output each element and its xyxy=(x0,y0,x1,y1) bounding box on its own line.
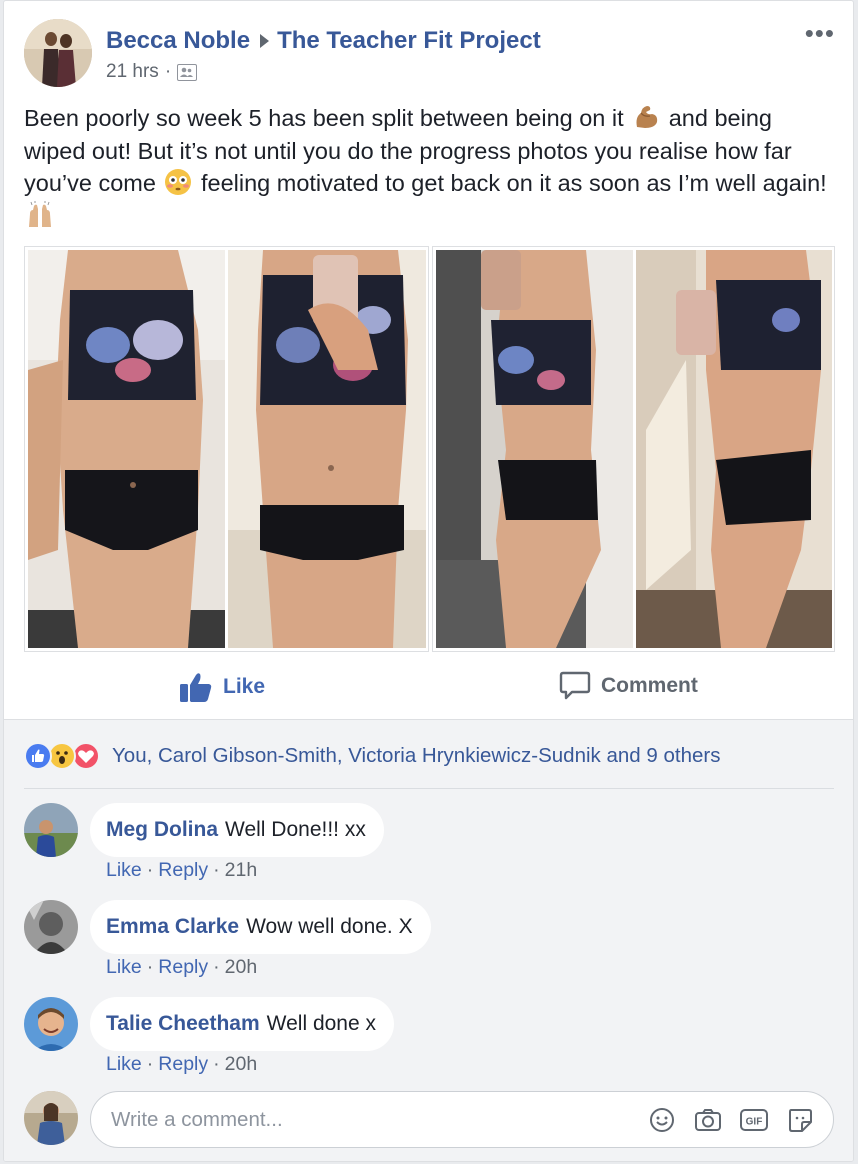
commenter-avatar[interactable] xyxy=(24,900,78,954)
comment-bubble: Emma Clarke Wow well done. X xyxy=(90,900,431,954)
current-user-avatar[interactable] xyxy=(24,1091,78,1145)
reaction-icons xyxy=(24,742,110,770)
post-meta: 21 hrs · xyxy=(106,61,198,83)
comment-input[interactable] xyxy=(111,1104,631,1136)
meta-separator: · xyxy=(164,61,172,82)
comment-time[interactable]: 20h xyxy=(225,1053,258,1075)
emoji-icon[interactable] xyxy=(647,1105,677,1135)
comment-actions: Like · Reply · 21h xyxy=(106,859,257,882)
photo-front-after[interactable] xyxy=(228,250,426,648)
post-header: Becca Noble The Teacher Fit Project 21 hr… xyxy=(4,1,853,97)
gif-icon[interactable]: GIF xyxy=(739,1105,769,1135)
separator: · xyxy=(146,1053,154,1075)
post-card: Becca Noble The Teacher Fit Project 21 hr… xyxy=(3,0,854,1162)
progress-photos[interactable] xyxy=(24,246,835,652)
comment-button[interactable]: Comment xyxy=(559,671,698,701)
thumbs-up-icon xyxy=(180,673,212,702)
flushed-face-emoji xyxy=(164,168,192,196)
sticker-icon[interactable] xyxy=(785,1105,815,1135)
side-photo-pair[interactable] xyxy=(432,246,835,652)
comment-author[interactable]: Talie Cheetham xyxy=(106,1012,260,1036)
like-button-label: Like xyxy=(223,675,266,698)
reactions-names[interactable]: You, Carol Gibson-Smith, Victoria Hrynki… xyxy=(112,744,720,768)
post-body: Been poorly so week 5 has been split bet… xyxy=(24,102,839,232)
comment-text: Well Done!!! xx xyxy=(225,818,366,841)
author-avatar[interactable] xyxy=(24,19,92,87)
front-photo-pair[interactable] xyxy=(24,246,429,652)
comment-reply-link[interactable]: Reply xyxy=(158,859,208,881)
comment-author[interactable]: Meg Dolina xyxy=(106,818,218,842)
comment-reply-link[interactable]: Reply xyxy=(158,956,208,978)
comment-author[interactable]: Emma Clarke xyxy=(106,915,239,939)
separator: · xyxy=(213,956,220,978)
commenter-avatar[interactable] xyxy=(24,803,78,857)
camera-icon[interactable] xyxy=(693,1105,723,1135)
comment-reply-link[interactable]: Reply xyxy=(158,1053,208,1075)
like-reaction-icon xyxy=(24,742,52,770)
photo-front-before[interactable] xyxy=(28,250,225,648)
separator: · xyxy=(146,859,154,881)
gif-label: GIF xyxy=(746,1117,763,1128)
post-text-part: Been poorly so week 5 has been split bet… xyxy=(24,105,631,131)
commenter-avatar[interactable] xyxy=(24,997,78,1051)
comment-bubble-icon xyxy=(559,671,591,700)
raised-hands-emoji xyxy=(26,200,54,229)
comment-time[interactable]: 21h xyxy=(225,859,258,881)
comment-text: Wow well done. X xyxy=(246,915,413,938)
reactions-summary[interactable]: You, Carol Gibson-Smith, Victoria Hrynki… xyxy=(24,742,720,770)
separator: · xyxy=(213,1053,220,1075)
comment-like-link[interactable]: Like xyxy=(106,859,142,881)
separator: · xyxy=(213,859,220,881)
comment-like-link[interactable]: Like xyxy=(106,1053,142,1075)
post-author-line: Becca Noble The Teacher Fit Project xyxy=(106,27,541,55)
comment-time[interactable]: 20h xyxy=(225,956,258,978)
photo-side-before[interactable] xyxy=(436,250,633,648)
comments-section: You, Carol Gibson-Smith, Victoria Hrynki… xyxy=(4,719,853,1161)
like-button[interactable]: Like xyxy=(179,671,265,703)
comment-text: Well done x xyxy=(266,1012,376,1035)
author-name[interactable]: Becca Noble xyxy=(106,27,250,54)
comment-button-label: Comment xyxy=(601,674,698,697)
divider xyxy=(24,788,834,789)
comment-actions: Like · Reply · 20h xyxy=(106,956,257,979)
separator: · xyxy=(146,956,154,978)
triangle-right-icon xyxy=(260,33,270,48)
members-audience-icon[interactable] xyxy=(177,63,198,81)
post-text-part: feeling motivated to get back on it as s… xyxy=(194,170,827,196)
post-timestamp[interactable]: 21 hrs xyxy=(106,61,159,83)
post-actions: Like Comment xyxy=(4,661,853,715)
photo-side-after[interactable] xyxy=(636,250,832,648)
comment-bubble: Meg Dolina Well Done!!! xx xyxy=(90,803,384,857)
love-reaction-icon xyxy=(72,742,100,770)
composer-tools: GIF xyxy=(647,1105,815,1135)
comment-actions: Like · Reply · 20h xyxy=(106,1053,257,1076)
comment-composer[interactable]: GIF xyxy=(90,1091,834,1148)
wow-reaction-icon xyxy=(48,742,76,770)
more-options-icon[interactable]: ••• xyxy=(805,20,835,46)
comment-like-link[interactable]: Like xyxy=(106,956,142,978)
flexed-biceps-emoji xyxy=(632,103,660,131)
group-name[interactable]: The Teacher Fit Project xyxy=(277,27,541,54)
comment-bubble: Talie Cheetham Well done x xyxy=(90,997,394,1051)
